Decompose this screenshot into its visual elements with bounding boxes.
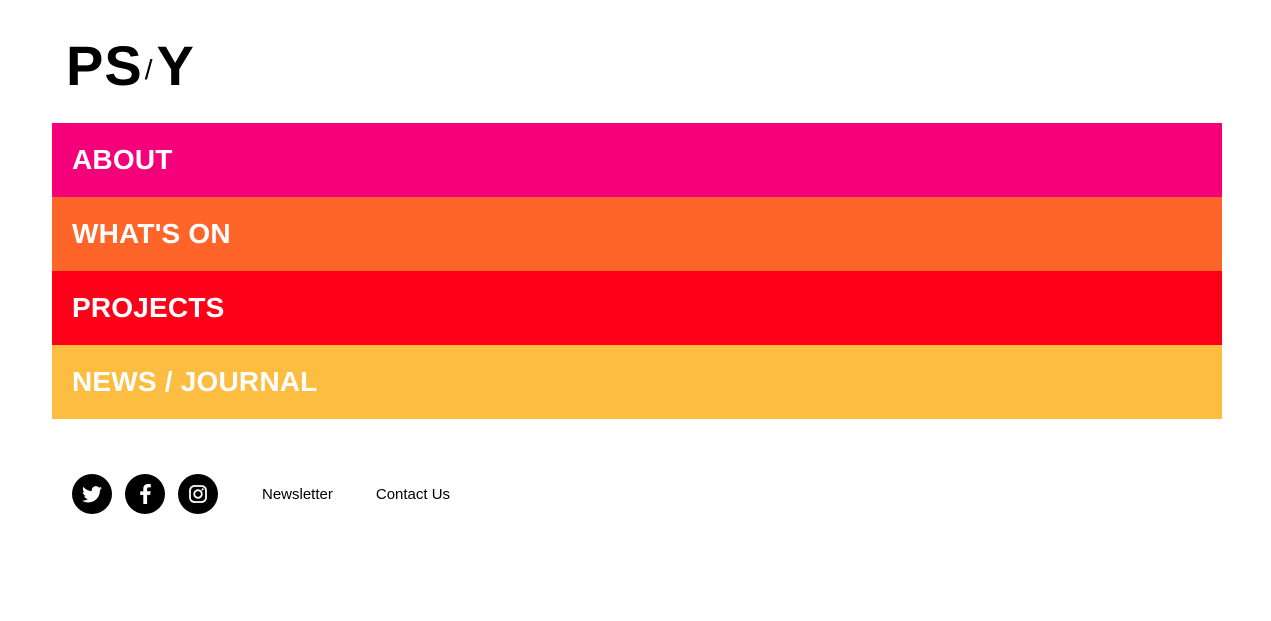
site-logo[interactable]: PS / Y [66, 38, 195, 94]
menu-item-whats-on[interactable]: WHAT'S ON [52, 197, 1222, 271]
logo-slash: / [144, 54, 153, 85]
twitter-button[interactable] [72, 474, 112, 514]
newsletter-link[interactable]: Newsletter [262, 486, 333, 503]
menu-item-projects[interactable]: PROJECTS [52, 271, 1222, 345]
menu-item-about[interactable]: ABOUT [52, 123, 1222, 197]
instagram-button[interactable] [178, 474, 218, 514]
menu-item-news-journal[interactable]: NEWS / JOURNAL [52, 345, 1222, 419]
menu-item-label: PROJECTS [72, 292, 225, 323]
twitter-icon [82, 485, 102, 502]
instagram-icon [189, 485, 207, 503]
menu-item-label: ABOUT [72, 144, 173, 175]
menu-item-label: WHAT'S ON [72, 218, 231, 249]
contact-us-link[interactable]: Contact Us [376, 486, 450, 503]
footer: Newsletter Contact Us [72, 474, 450, 514]
logo-y-text: Y [156, 34, 195, 97]
main-menu: ABOUT WHAT'S ON PROJECTS NEWS / JOURNAL [52, 123, 1222, 419]
menu-item-label: NEWS / JOURNAL [72, 366, 318, 397]
logo-ps-text: PS [66, 34, 143, 97]
facebook-button[interactable] [125, 474, 165, 514]
facebook-icon [139, 484, 151, 504]
